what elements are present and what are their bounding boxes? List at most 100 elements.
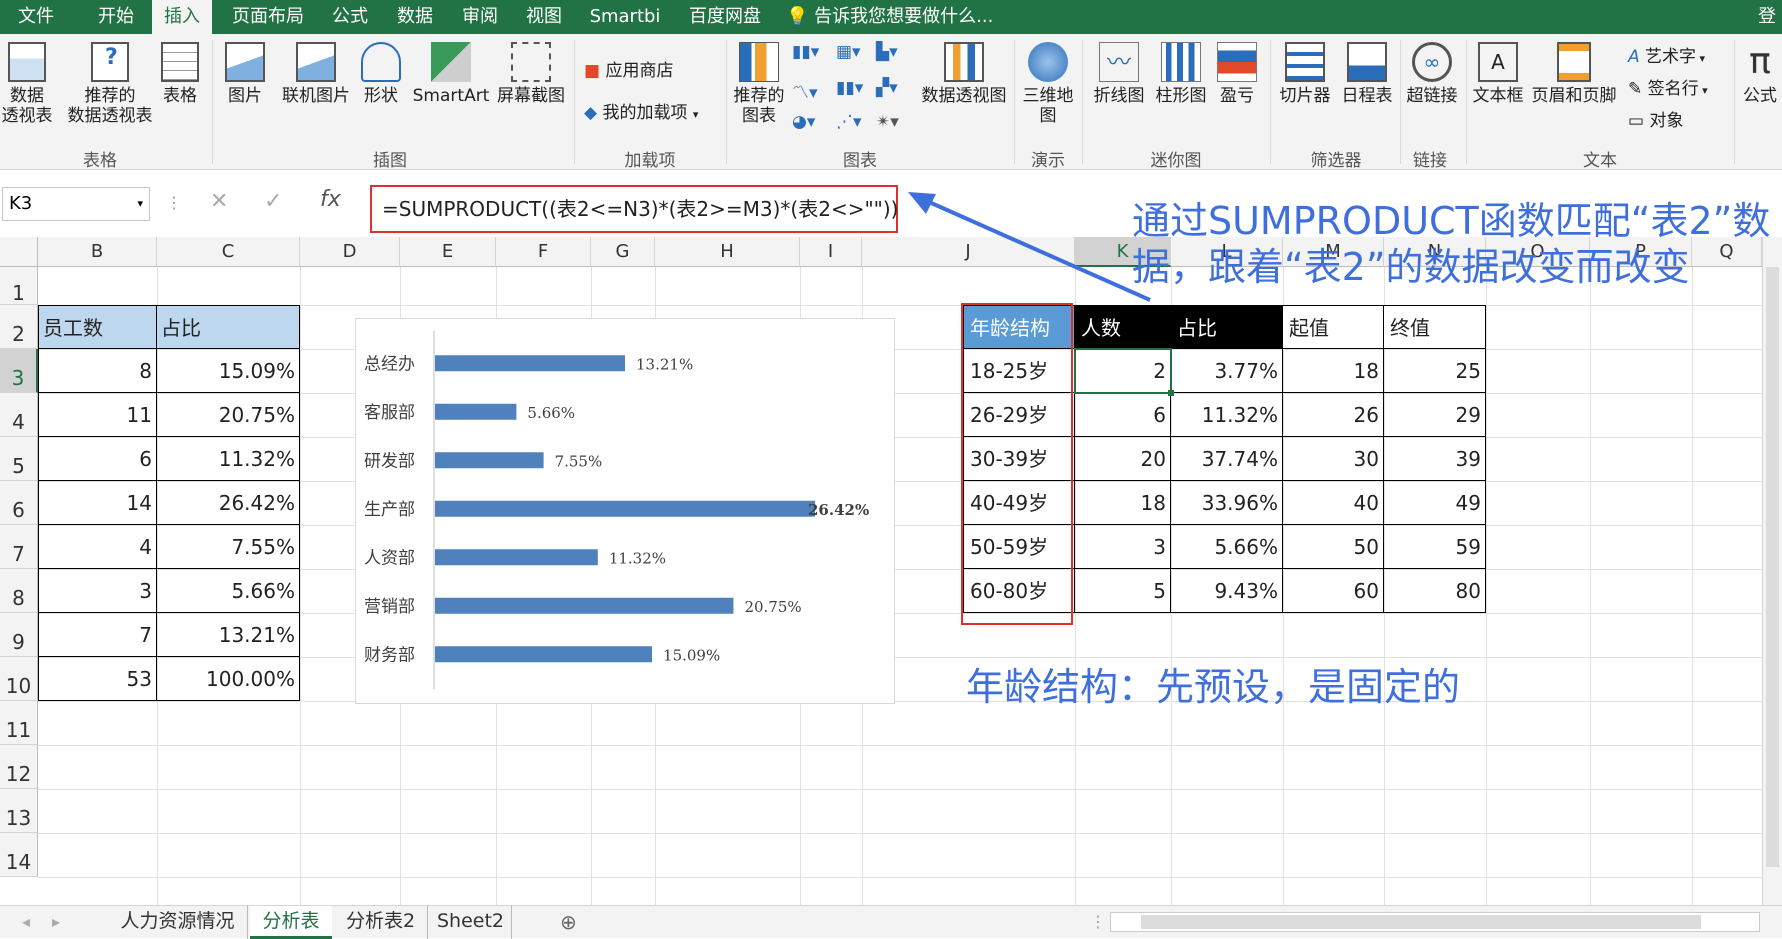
- table-cell[interactable]: 3.77%: [1171, 349, 1283, 393]
- slicer-button[interactable]: 切片器: [1274, 42, 1336, 106]
- recommended-charts-button[interactable]: 推荐的 图表: [730, 42, 788, 126]
- chart-bar[interactable]: [435, 549, 598, 566]
- name-box[interactable]: K3 ▾: [2, 187, 150, 221]
- chart-bar[interactable]: [435, 355, 625, 372]
- tab-file[interactable]: 文件: [0, 0, 72, 34]
- line-chart-icon[interactable]: 〽▾: [792, 78, 818, 103]
- tab-baidu-netdisk[interactable]: 百度网盘: [680, 0, 770, 34]
- scatter-chart-icon[interactable]: ⋰▾: [836, 112, 862, 132]
- tab-data[interactable]: 数据: [384, 0, 446, 34]
- radar-chart-icon[interactable]: ✴▾: [876, 112, 899, 132]
- next-sheet-icon[interactable]: ▸: [52, 912, 60, 931]
- table-cell[interactable]: 80: [1384, 569, 1486, 613]
- sparkline-line-button[interactable]: 〰 折线图: [1088, 42, 1150, 106]
- table-cell[interactable]: 6: [38, 437, 157, 481]
- statistic-chart-icon[interactable]: ▮▮▾: [836, 78, 863, 98]
- combo-chart-icon[interactable]: ▞▾: [876, 78, 898, 98]
- column-chart-icon[interactable]: ▮▮▾: [792, 42, 819, 62]
- shapes-button[interactable]: 形状: [358, 42, 404, 106]
- table-cell[interactable]: 33.96%: [1171, 481, 1283, 525]
- chart-bar[interactable]: [435, 500, 815, 517]
- tell-me-search[interactable]: 💡 告诉我您想要做什么...: [786, 0, 1016, 34]
- signature-line-button[interactable]: ✎ 签名行 ▾: [1628, 74, 1708, 99]
- table-cell[interactable]: 15.09%: [157, 349, 300, 393]
- pivot-chart-button[interactable]: 数据透视图: [916, 42, 1012, 106]
- table-cell[interactable]: 5.66%: [157, 569, 300, 613]
- table-cell[interactable]: 53: [38, 657, 157, 701]
- my-addins-button[interactable]: ◆ 我的加载项 ▾: [584, 98, 698, 123]
- header-footer-button[interactable]: 页眉和页脚: [1528, 42, 1620, 106]
- enter-icon[interactable]: ✓: [264, 189, 282, 214]
- bar-chart[interactable]: 总经办 13.21% 客服部 5.66% 研发部 7.55% 生产部 26.42% 人资部 11.…: [355, 318, 895, 704]
- chart-bar[interactable]: [435, 452, 544, 469]
- screenshot-button[interactable]: 屏幕截图: [494, 42, 568, 106]
- row-header[interactable]: 5: [0, 437, 38, 481]
- tab-formulas[interactable]: 公式: [320, 0, 380, 34]
- row-header[interactable]: 4: [0, 393, 38, 437]
- select-all-corner[interactable]: [0, 237, 38, 267]
- pivot-table-button[interactable]: 数据 透视表: [0, 42, 54, 126]
- formula-input[interactable]: =SUMPRODUCT((表2<=N3)*(表2>=M3)*(表2<>"")): [370, 185, 898, 233]
- row-header[interactable]: 11: [0, 701, 38, 745]
- tab-review[interactable]: 审阅: [450, 0, 510, 34]
- row-header[interactable]: 6: [0, 481, 38, 525]
- column-header[interactable]: E: [400, 237, 496, 267]
- table-cell[interactable]: 11.32%: [157, 437, 300, 481]
- table-cell[interactable]: 4: [38, 525, 157, 569]
- smartart-button[interactable]: SmartArt: [408, 42, 494, 106]
- row-header[interactable]: 14: [0, 833, 38, 877]
- wordart-button[interactable]: A 艺术字 ▾: [1628, 42, 1705, 67]
- table-cell[interactable]: 5.66%: [1171, 525, 1283, 569]
- tab-view[interactable]: 视图: [514, 0, 574, 34]
- table-cell[interactable]: 50: [1283, 525, 1384, 569]
- table-cell[interactable]: 20: [1075, 437, 1171, 481]
- column-header[interactable]: I: [800, 237, 862, 267]
- table-cell[interactable]: 39: [1384, 437, 1486, 481]
- row-header[interactable]: 3: [0, 349, 38, 393]
- cancel-icon[interactable]: ✕: [210, 189, 228, 214]
- table-cell[interactable]: 60: [1283, 569, 1384, 613]
- column-header[interactable]: H: [655, 237, 800, 267]
- login-link[interactable]: 登: [1752, 0, 1782, 34]
- hierarchy-chart-icon[interactable]: ▦▾: [836, 42, 861, 62]
- table-cell[interactable]: 13.21%: [157, 613, 300, 657]
- column-header[interactable]: C: [157, 237, 300, 267]
- table-cell[interactable]: 25: [1384, 349, 1486, 393]
- waterfall-chart-icon[interactable]: ▙▾: [876, 42, 898, 62]
- tab-insert[interactable]: 插入: [152, 0, 212, 34]
- hyperlink-button[interactable]: ∞ 超链接: [1402, 42, 1462, 106]
- recommended-pivot-button[interactable]: ? 推荐的 数据透视表: [66, 42, 154, 126]
- table-cell[interactable]: 20.75%: [157, 393, 300, 437]
- online-picture-button[interactable]: 联机图片: [274, 42, 358, 106]
- table-cell[interactable]: 11: [38, 393, 157, 437]
- table-cell[interactable]: 18: [1075, 481, 1171, 525]
- timeline-button[interactable]: 日程表: [1336, 42, 1398, 106]
- app-store-button[interactable]: ■ 应用商店: [584, 56, 673, 81]
- chart-bar[interactable]: [435, 646, 653, 663]
- sheet-tab-sheet2[interactable]: Sheet2: [430, 906, 512, 939]
- tab-home[interactable]: 开始: [80, 0, 152, 34]
- column-header[interactable]: D: [300, 237, 400, 267]
- sparkline-winloss-button[interactable]: 盈亏: [1212, 42, 1262, 106]
- pie-chart-icon[interactable]: ◕▾: [792, 112, 815, 132]
- row-header[interactable]: 8: [0, 569, 38, 613]
- column-header[interactable]: G: [591, 237, 655, 267]
- table-cell[interactable]: 9.43%: [1171, 569, 1283, 613]
- row-header[interactable]: 13: [0, 789, 38, 833]
- table-cell[interactable]: 14: [38, 481, 157, 525]
- sheet-tab-analysis2[interactable]: 分析表2: [334, 906, 428, 939]
- table-cell[interactable]: 29: [1384, 393, 1486, 437]
- table-cell[interactable]: 3: [38, 569, 157, 613]
- table-cell[interactable]: 49: [1384, 481, 1486, 525]
- prev-sheet-icon[interactable]: ◂: [22, 912, 30, 931]
- row-header[interactable]: 7: [0, 525, 38, 569]
- row-header[interactable]: 12: [0, 745, 38, 789]
- table-cell[interactable]: 59: [1384, 525, 1486, 569]
- row-header[interactable]: 9: [0, 613, 38, 657]
- table-cell[interactable]: 18: [1283, 349, 1384, 393]
- equation-button[interactable]: π 公式: [1738, 42, 1782, 106]
- horizontal-scrollbar[interactable]: [1110, 912, 1760, 932]
- 3d-map-button[interactable]: 三维地 图: [1018, 42, 1078, 126]
- object-button[interactable]: ▭ 对象: [1628, 106, 1683, 131]
- row-header[interactable]: 10: [0, 657, 38, 701]
